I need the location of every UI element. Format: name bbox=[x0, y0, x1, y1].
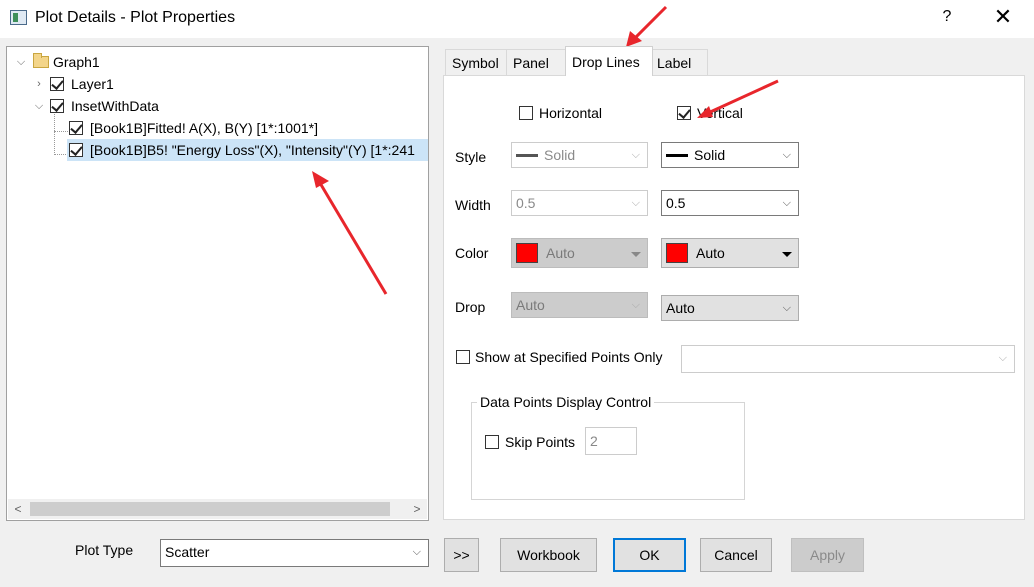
vertical-drop-value: Auto bbox=[666, 300, 695, 316]
chevron-down-icon: ⌵ bbox=[782, 302, 791, 314]
tree-item-graph1[interactable]: ⌵ Graph1 bbox=[15, 51, 215, 73]
horizontal-style-dropdown[interactable]: Solid ⌵ bbox=[511, 142, 648, 168]
vertical-width-value: 0.5 bbox=[666, 195, 686, 211]
chevron-down-icon: ⌵ bbox=[631, 197, 640, 209]
horizontal-drop-dropdown[interactable]: Auto ⌵ bbox=[511, 292, 648, 318]
tree-item-plot1[interactable]: [Book1B]Fitted! A(X), B(Y) [1*:1001*] bbox=[67, 117, 427, 139]
tab-symbol[interactable]: Symbol bbox=[445, 49, 507, 75]
app-icon bbox=[10, 10, 27, 25]
width-label: Width bbox=[455, 197, 491, 213]
tree-label-inset: InsetWithData bbox=[71, 98, 159, 114]
horizontal-width-value: 0.5 bbox=[516, 195, 536, 211]
dropdown-triangle-icon bbox=[631, 252, 641, 257]
chevron-right-icon[interactable]: › bbox=[33, 73, 45, 95]
plot-type-value: Scatter bbox=[165, 544, 210, 560]
line-style-icon bbox=[666, 153, 688, 157]
tree-label-plot1: [Book1B]Fitted! A(X), B(Y) [1*:1001*] bbox=[90, 120, 318, 136]
tree-label-graph1: Graph1 bbox=[53, 54, 100, 70]
scrollbar-thumb[interactable] bbox=[30, 502, 390, 516]
horizontal-checkbox[interactable] bbox=[519, 106, 533, 120]
ok-button[interactable]: OK bbox=[613, 538, 686, 572]
show-specified-label: Show at Specified Points Only bbox=[475, 349, 663, 365]
chevron-down-icon: ⌵ bbox=[998, 352, 1007, 364]
plot-type-label: Plot Type bbox=[75, 542, 134, 558]
chevron-down-icon: ⌵ bbox=[631, 299, 640, 311]
horizontal-drop-value: Auto bbox=[516, 297, 545, 313]
vertical-drop-dropdown[interactable]: Auto ⌵ bbox=[661, 295, 799, 321]
scroll-left-icon[interactable]: < bbox=[8, 499, 28, 519]
vertical-style-value: Solid bbox=[694, 147, 726, 163]
plot-type-dropdown[interactable]: Scatter ⌵ bbox=[160, 539, 429, 567]
apply-button[interactable]: Apply bbox=[791, 538, 864, 572]
tree-label-plot2: [Book1B]B5! "Energy Loss"(X), "Intensity… bbox=[90, 142, 415, 158]
help-button[interactable]: ? bbox=[937, 8, 957, 26]
drop-label: Drop bbox=[455, 299, 486, 315]
vertical-label: Vertical bbox=[697, 105, 743, 121]
horizontal-style-value: Solid bbox=[544, 147, 576, 163]
data-points-group-title: Data Points Display Control bbox=[477, 394, 655, 410]
vertical-color-dropdown[interactable]: Auto bbox=[661, 238, 799, 268]
chevron-down-icon[interactable]: ⌵ bbox=[33, 95, 45, 117]
vertical-width-dropdown[interactable]: 0.5 ⌵ bbox=[661, 190, 799, 216]
horizontal-color-value: Auto bbox=[546, 245, 575, 261]
chevron-down-icon: ⌵ bbox=[782, 149, 791, 161]
tab-label[interactable]: Label bbox=[650, 49, 708, 75]
vertical-color-value: Auto bbox=[696, 245, 725, 261]
chevron-down-icon: ⌵ bbox=[631, 149, 640, 161]
tree-horizontal-scrollbar[interactable]: < > bbox=[8, 499, 427, 519]
tree-item-inset[interactable]: ⌵ InsetWithData bbox=[33, 95, 233, 117]
workbook-button[interactable]: Workbook bbox=[500, 538, 597, 572]
style-label: Style bbox=[455, 149, 487, 165]
color-label: Color bbox=[455, 245, 489, 261]
chevron-down-icon: ⌵ bbox=[412, 546, 421, 558]
inset-checkbox[interactable] bbox=[50, 99, 64, 113]
layer1-checkbox[interactable] bbox=[50, 77, 64, 91]
show-specified-checkbox[interactable] bbox=[456, 350, 470, 364]
chevron-down-icon: ⌵ bbox=[782, 197, 791, 209]
scroll-right-icon[interactable]: > bbox=[407, 499, 427, 519]
horizontal-label: Horizontal bbox=[539, 105, 603, 121]
tab-drop-lines[interactable]: Drop Lines bbox=[565, 46, 653, 76]
tree-label-layer1: Layer1 bbox=[71, 76, 114, 92]
horizontal-width-dropdown[interactable]: 0.5 ⌵ bbox=[511, 190, 648, 216]
tab-panel[interactable]: Panel bbox=[506, 49, 566, 75]
plot1-checkbox[interactable] bbox=[69, 121, 83, 135]
expand-button[interactable]: >> bbox=[444, 538, 479, 572]
color-swatch bbox=[516, 243, 538, 264]
chevron-down-icon[interactable]: ⌵ bbox=[15, 51, 27, 73]
specified-points-dropdown[interactable]: ⌵ bbox=[681, 345, 1015, 373]
tree-item-layer1[interactable]: › Layer1 bbox=[33, 73, 233, 95]
plot2-checkbox[interactable] bbox=[69, 143, 83, 157]
dropdown-triangle-icon bbox=[782, 252, 792, 257]
vertical-checkbox[interactable] bbox=[677, 106, 691, 120]
close-button[interactable]: ✕ bbox=[990, 4, 1016, 30]
line-style-icon bbox=[516, 153, 538, 157]
horizontal-color-dropdown[interactable]: Auto bbox=[511, 238, 648, 268]
skip-points-label: Skip Points bbox=[505, 434, 576, 450]
color-swatch bbox=[666, 243, 688, 264]
cancel-button[interactable]: Cancel bbox=[700, 538, 772, 572]
tree-item-plot2[interactable]: [Book1B]B5! "Energy Loss"(X), "Intensity… bbox=[67, 139, 428, 161]
window-title: Plot Details - Plot Properties bbox=[35, 9, 236, 26]
folder-icon bbox=[33, 53, 49, 68]
vertical-style-dropdown[interactable]: Solid ⌵ bbox=[661, 142, 799, 168]
skip-points-checkbox[interactable] bbox=[485, 435, 499, 449]
skip-points-input[interactable]: 2 bbox=[585, 427, 637, 455]
plot-tree: ⌵ Graph1 › Layer1 ⌵ InsetWithData [Book1… bbox=[6, 46, 429, 521]
